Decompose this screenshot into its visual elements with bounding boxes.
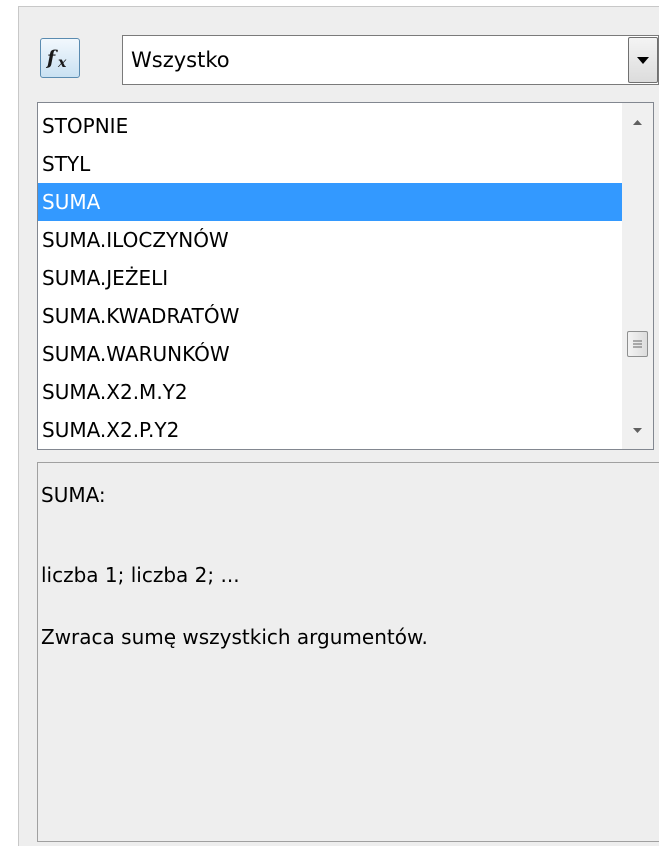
- function-list-item[interactable]: STYL: [38, 145, 622, 183]
- function-name: SUMA:: [41, 483, 106, 507]
- fx-icon: f x: [45, 47, 67, 71]
- category-dropdown[interactable]: Wszystko: [122, 35, 659, 85]
- function-list-item[interactable]: STOPNIE: [38, 107, 622, 145]
- vertical-scrollbar[interactable]: [622, 103, 653, 449]
- svg-text:f: f: [45, 47, 58, 69]
- function-list-item[interactable]: SUMA.KWADRATÓW: [38, 297, 622, 335]
- function-list-item[interactable]: SUMA.X2.M.Y2: [38, 373, 622, 411]
- scroll-down-button[interactable]: [622, 415, 653, 445]
- function-list-items: STOPNIE STYL SUMA SUMA.ILOCZYNÓW SUMA.JEŻELI…: [38, 107, 622, 449]
- svg-text:x: x: [57, 55, 67, 71]
- function-wizard-button[interactable]: f x: [40, 38, 80, 78]
- function-syntax: liczba 1; liczba 2; ...: [41, 563, 240, 587]
- grip-icon: [633, 340, 642, 348]
- dropdown-button[interactable]: [628, 37, 658, 83]
- category-selected-value: Wszystko: [131, 48, 230, 72]
- function-list-item[interactable]: SUMA.X2.P.Y2: [38, 411, 622, 449]
- arrow-down-icon: [633, 427, 642, 433]
- function-list-item[interactable]: SUMA.ILOCZYNÓW: [38, 221, 622, 259]
- scroll-up-button[interactable]: [622, 107, 653, 137]
- function-summary: Zwraca sumę wszystkich argumentów.: [41, 625, 428, 649]
- arrow-up-icon: [633, 119, 642, 125]
- scroll-thumb[interactable]: [627, 331, 648, 357]
- function-description: SUMA: liczba 1; liczba 2; ... Zwraca sum…: [37, 462, 659, 842]
- function-list[interactable]: STOPNIE STYL SUMA SUMA.ILOCZYNÓW SUMA.JEŻELI…: [37, 102, 654, 450]
- function-list-item[interactable]: SUMA.WARUNKÓW: [38, 335, 622, 373]
- chevron-down-icon: [637, 57, 649, 64]
- function-list-item[interactable]: SUMA.JEŻELI: [38, 259, 622, 297]
- function-list-item[interactable]: SUMA: [38, 183, 622, 221]
